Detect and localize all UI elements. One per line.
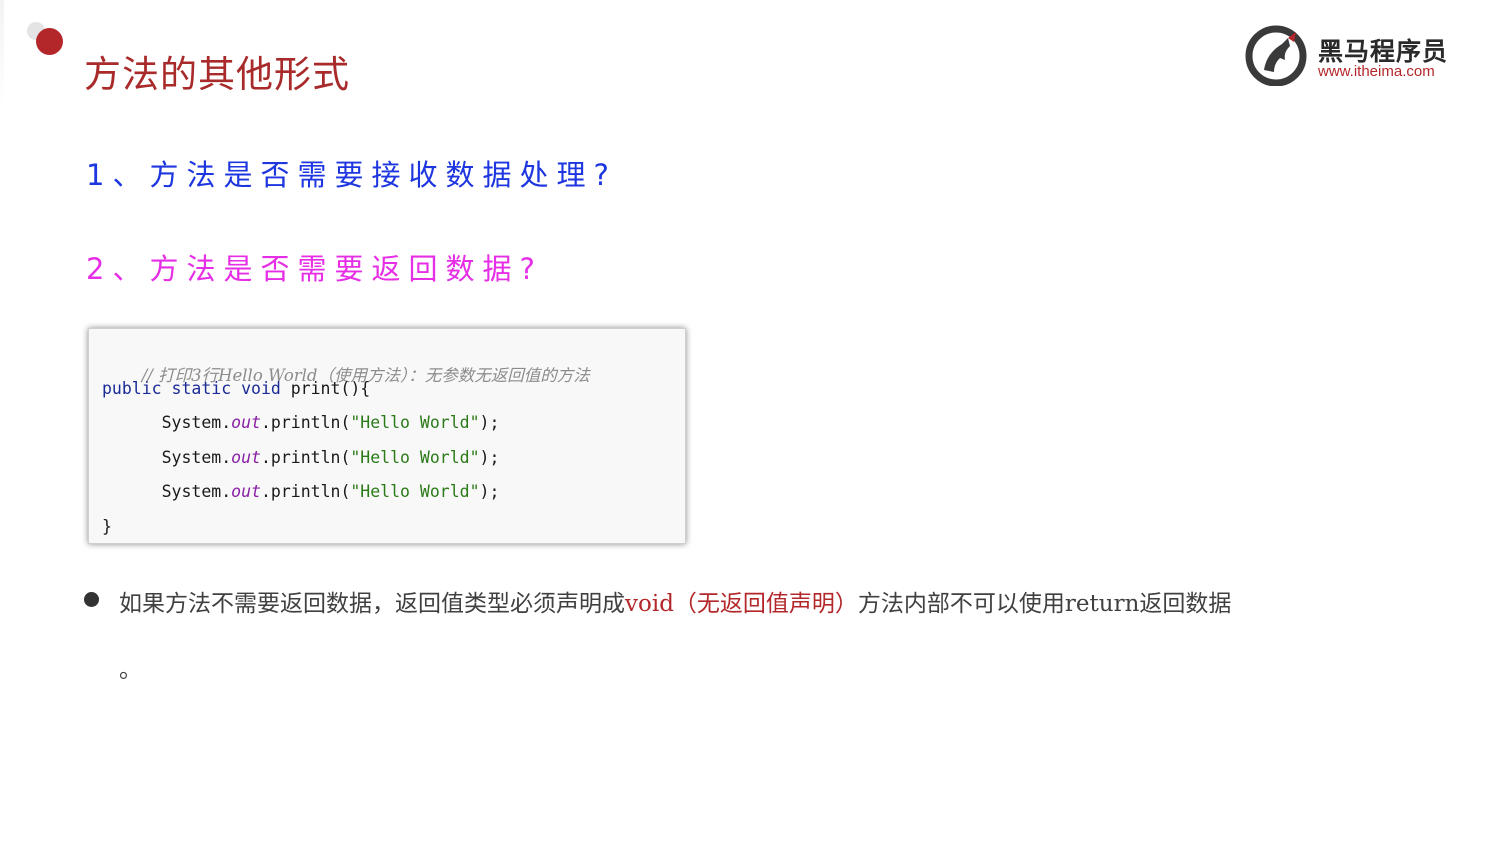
code-string: "Hello World": [350, 448, 480, 467]
slide-title: 方法的其他形式: [84, 53, 350, 96]
code-keywords: public static void: [102, 379, 281, 398]
horse-logo-icon: [1245, 25, 1307, 86]
bullet-dot-icon: [84, 592, 99, 607]
code-closing-brace: }: [102, 517, 112, 536]
code-system: System.: [161, 413, 232, 432]
bullet-note: 如果方法不需要返回数据，返回值类型必须声明成void（无返回值声明）方法内部不可…: [119, 584, 1231, 618]
code-println-call: .println(: [260, 448, 351, 467]
code-out-field: out: [231, 482, 261, 501]
code-system: System.: [161, 448, 232, 467]
question-return-data: 2、方法是否需要返回数据?: [86, 252, 543, 286]
code-suffix: );: [479, 482, 500, 501]
code-signature-rest: print(){: [280, 379, 371, 398]
code-suffix: );: [479, 448, 500, 467]
code-block: // 打印3行Hello World（使用方法）：无参数无返回值的方法 publ…: [88, 328, 686, 544]
decor-red-dot: [36, 28, 63, 55]
code-method-signature: public static void print(){: [102, 379, 370, 398]
code-out-field: out: [231, 413, 261, 432]
code-println-line: System.out.println("Hello World");: [102, 482, 500, 501]
note-part1: 如果方法不需要返回数据，返回值类型必须声明成: [119, 591, 625, 617]
note-part2: 方法内部不可以使用return返回数据: [857, 591, 1232, 617]
code-out-field: out: [231, 448, 261, 467]
brand-logo: 黑马程序员 www.itheima.com: [1244, 24, 1464, 88]
code-suffix: );: [479, 413, 500, 432]
code-system: System.: [161, 482, 232, 501]
slide-edge-strip: [0, 0, 4, 110]
note-highlight: void（无返回值声明）: [625, 591, 858, 617]
code-println-line: System.out.println("Hello World");: [102, 448, 500, 467]
code-string: "Hello World": [350, 413, 480, 432]
code-println-call: .println(: [260, 413, 351, 432]
brand-url: www.itheima.com: [1318, 63, 1435, 80]
code-string: "Hello World": [350, 482, 480, 501]
code-println-line: System.out.println("Hello World");: [102, 413, 500, 432]
question-receive-data: 1、方法是否需要接收数据处理?: [86, 158, 617, 192]
note-tail: 。: [119, 657, 142, 683]
code-println-call: .println(: [260, 482, 351, 501]
